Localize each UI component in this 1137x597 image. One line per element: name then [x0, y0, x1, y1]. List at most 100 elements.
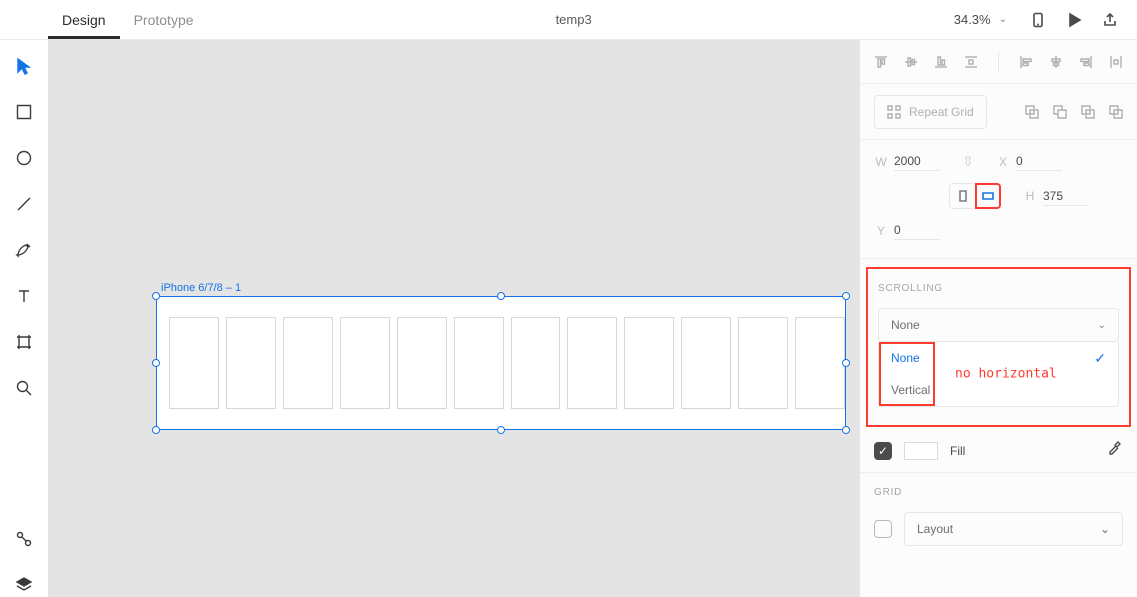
grid-panel: GRID Layout ⌄ [860, 473, 1137, 562]
align-vcenter-icon[interactable] [904, 55, 918, 69]
option-label: Vertical [891, 383, 930, 397]
repeat-grid-row: Repeat Grid [860, 84, 1137, 140]
scrolling-select[interactable]: None ⌄ [878, 308, 1119, 342]
artboard-tool[interactable] [12, 330, 36, 354]
cell[interactable] [511, 317, 561, 409]
tab-design[interactable]: Design [48, 12, 120, 39]
align-left-icon[interactable] [1019, 55, 1033, 69]
grid-enabled-checkbox[interactable] [874, 520, 892, 538]
align-hcenter-icon[interactable] [1049, 55, 1063, 69]
line-icon [15, 195, 33, 213]
bool-exclude-icon[interactable] [1109, 105, 1123, 119]
pen-tool[interactable] [12, 238, 36, 262]
align-row [860, 40, 1137, 84]
x-input[interactable]: 0 [1016, 152, 1062, 171]
line-tool[interactable] [12, 192, 36, 216]
selection-handle[interactable] [152, 426, 160, 434]
pointer-icon [15, 57, 33, 75]
selection-handle[interactable] [842, 359, 850, 367]
cell[interactable] [454, 317, 504, 409]
width-input[interactable]: 2000 [894, 152, 940, 171]
canvas[interactable]: iPhone 6/7/8 – 1 [48, 40, 859, 597]
zoom-value: 34.3% [954, 12, 991, 27]
layers-icon [15, 576, 33, 594]
scrolling-panel: SCROLLING None ⌄ None ✓ Vertical no hori… [866, 267, 1131, 427]
link-icon [15, 530, 33, 548]
cell[interactable] [340, 317, 390, 409]
landscape-icon [981, 189, 995, 203]
share-button[interactable] [1101, 11, 1119, 29]
content-row [169, 317, 845, 409]
cell[interactable] [169, 317, 219, 409]
fill-row: ✓ Fill [860, 429, 1137, 473]
artboard-label[interactable]: iPhone 6/7/8 – 1 [161, 282, 241, 294]
cell[interactable] [681, 317, 731, 409]
cell[interactable] [283, 317, 333, 409]
height-label: H [1023, 189, 1037, 203]
scrolling-dropdown: None ✓ Vertical no horizontal [878, 342, 1119, 407]
scrolling-select-value: None [891, 318, 920, 332]
selection-handle[interactable] [497, 292, 505, 300]
select-tool[interactable] [12, 54, 36, 78]
top-actions [1021, 11, 1127, 29]
orientation-portrait-button[interactable] [949, 183, 975, 209]
y-input[interactable]: 0 [894, 221, 940, 240]
grid-type-select[interactable]: Layout ⌄ [904, 512, 1123, 546]
transform-panel: W 2000 ⇳ X 0 H 375 Y [860, 140, 1137, 259]
lock-aspect-icon[interactable]: ⇳ [962, 153, 974, 170]
play-icon [1066, 12, 1082, 28]
fill-color-swatch[interactable] [904, 442, 938, 460]
assets-button[interactable] [12, 527, 36, 551]
height-input[interactable]: 375 [1043, 187, 1089, 206]
cell[interactable] [397, 317, 447, 409]
tab-prototype[interactable]: Prototype [120, 12, 208, 39]
tool-strip [0, 40, 48, 597]
annotation-text: no horizontal [955, 367, 1057, 382]
zoom-tool[interactable] [12, 376, 36, 400]
selection-handle[interactable] [152, 359, 160, 367]
artboard-icon [15, 333, 33, 351]
text-tool[interactable] [12, 284, 36, 308]
check-icon: ✓ [1094, 350, 1106, 367]
align-right-icon[interactable] [1079, 55, 1093, 69]
selection-handle[interactable] [497, 426, 505, 434]
cell[interactable] [738, 317, 788, 409]
chevron-down-icon: ⌄ [999, 14, 1007, 25]
chevron-down-icon: ⌄ [1098, 320, 1106, 331]
layers-button[interactable] [12, 573, 36, 597]
cell[interactable] [795, 317, 845, 409]
eyedropper-button[interactable] [1107, 441, 1123, 460]
ellipse-tool[interactable] [12, 146, 36, 170]
selection-handle[interactable] [842, 426, 850, 434]
distribute-h-icon[interactable] [1109, 55, 1123, 69]
zoom-control[interactable]: 34.3% ⌄ [940, 12, 1021, 27]
bool-union-icon[interactable] [1025, 105, 1039, 119]
portrait-icon [956, 189, 970, 203]
mobile-icon [1030, 12, 1046, 28]
repeat-grid-button[interactable]: Repeat Grid [874, 95, 987, 129]
cell[interactable] [226, 317, 276, 409]
device-preview-button[interactable] [1029, 11, 1047, 29]
fill-enabled-checkbox[interactable]: ✓ [874, 442, 892, 460]
selection-handle[interactable] [152, 292, 160, 300]
rectangle-tool[interactable] [12, 100, 36, 124]
document-title: temp3 [208, 12, 940, 27]
selection-handle[interactable] [842, 292, 850, 300]
menu-button[interactable] [0, 0, 48, 39]
align-top-icon[interactable] [874, 55, 888, 69]
bool-intersect-icon[interactable] [1081, 105, 1095, 119]
align-bottom-icon[interactable] [934, 55, 948, 69]
grid-icon [887, 105, 901, 119]
orientation-landscape-button[interactable] [975, 183, 1001, 209]
bool-subtract-icon[interactable] [1053, 105, 1067, 119]
cell[interactable] [624, 317, 674, 409]
distribute-v-icon[interactable] [964, 55, 978, 69]
scrolling-title: SCROLLING [878, 283, 1119, 294]
inspector-panel: Repeat Grid W 2000 ⇳ X 0 [859, 40, 1137, 597]
play-preview-button[interactable] [1065, 11, 1083, 29]
cell[interactable] [567, 317, 617, 409]
square-icon [15, 103, 33, 121]
artboard[interactable] [156, 296, 846, 430]
circle-icon [15, 149, 33, 167]
top-bar: Design Prototype temp3 34.3% ⌄ [0, 0, 1137, 40]
